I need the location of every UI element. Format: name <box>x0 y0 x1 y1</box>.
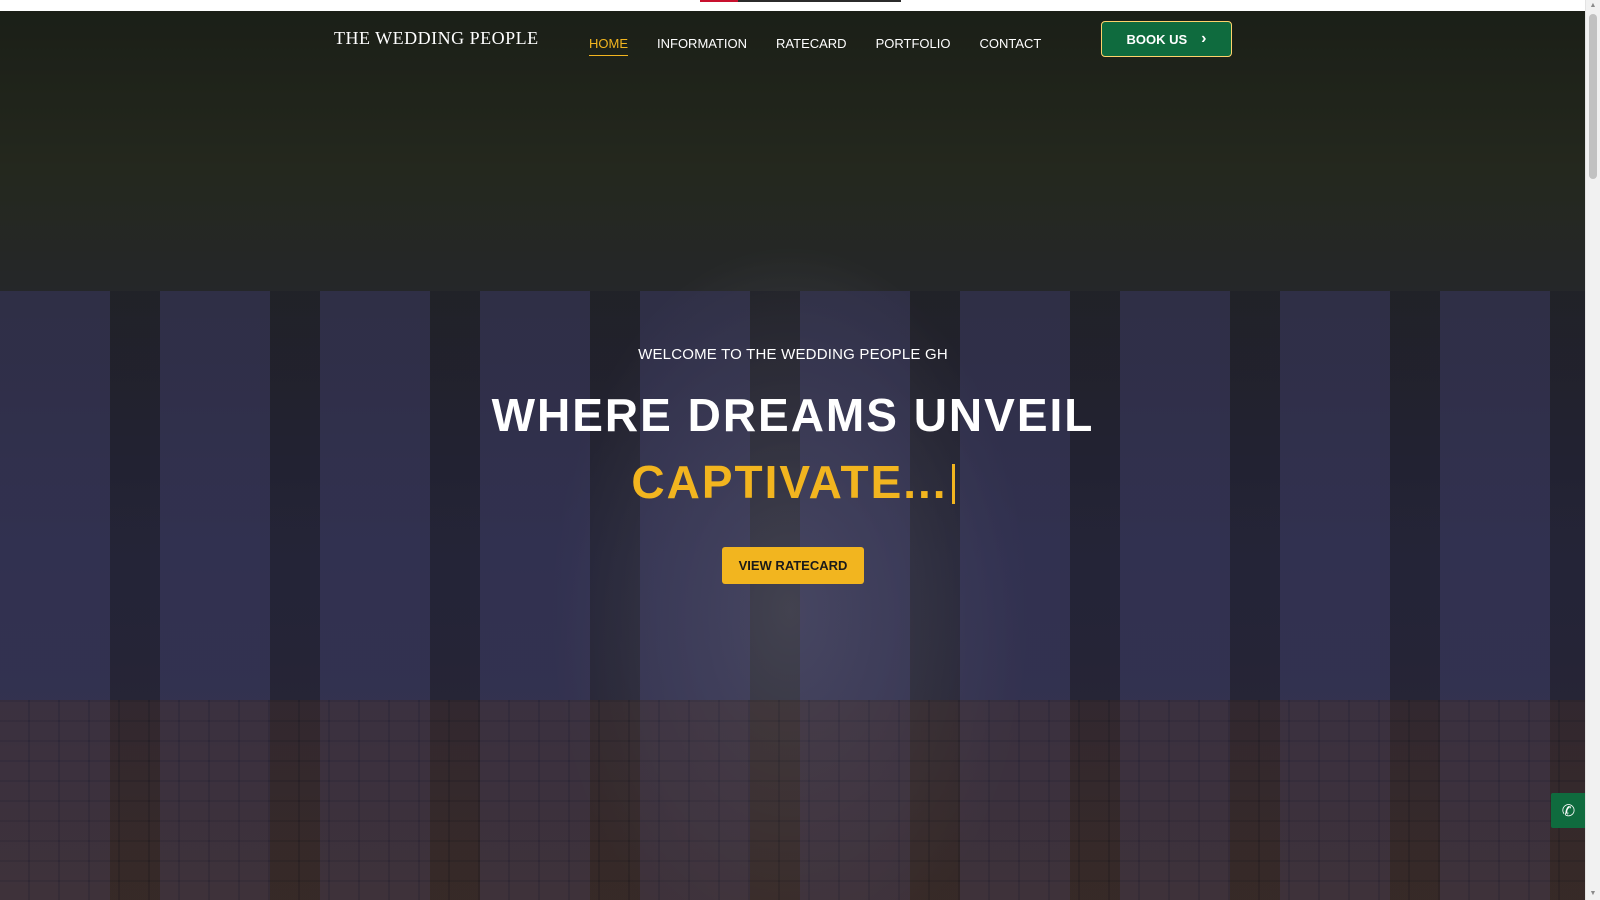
page-load-progress <box>700 0 901 2</box>
scroll-up-icon[interactable]: ▲ <box>1589 2 1597 10</box>
typing-cursor <box>951 464 955 504</box>
scrollbar-thumb[interactable] <box>1589 14 1597 179</box>
site-logo[interactable]: The Wedding People <box>334 28 539 49</box>
phone-call-button[interactable]: ✆ <box>1551 793 1586 828</box>
book-us-label: BOOK US <box>1126 31 1188 47</box>
nav-item-contact[interactable]: CONTACT <box>979 36 1041 56</box>
hero-headline-typed: CAPTIVATE... <box>0 455 1586 509</box>
nav-item-portfolio[interactable]: PORTFOLIO <box>876 36 951 56</box>
phone-icon: ✆ <box>1561 802 1576 820</box>
page-load-progress-fill <box>700 0 739 2</box>
page-scrollbar[interactable]: ▲ ▼ <box>1585 0 1600 900</box>
welcome-subtitle: WELCOME TO THE WEDDING PEOPLE GH <box>638 346 948 363</box>
nav-item-home[interactable]: HOME <box>589 36 628 56</box>
nav-item-ratecard[interactable]: RATECARD <box>776 36 847 56</box>
hero-typed-text: CAPTIVATE... <box>631 456 948 508</box>
chevron-right-icon: › <box>1201 30 1207 47</box>
main-navigation: HOME INFORMATION RATECARD PORTFOLIO CONT… <box>589 36 1041 56</box>
top-loading-bar <box>0 0 1586 11</box>
view-ratecard-button[interactable]: VIEW RATECARD <box>722 547 864 584</box>
hero-headline: WHERE DREAMS UNVEIL <box>491 389 1095 441</box>
book-us-button[interactable]: BOOK US › <box>1101 21 1232 57</box>
scroll-down-icon[interactable]: ▼ <box>1589 890 1597 898</box>
nav-item-information[interactable]: INFORMATION <box>657 36 747 56</box>
